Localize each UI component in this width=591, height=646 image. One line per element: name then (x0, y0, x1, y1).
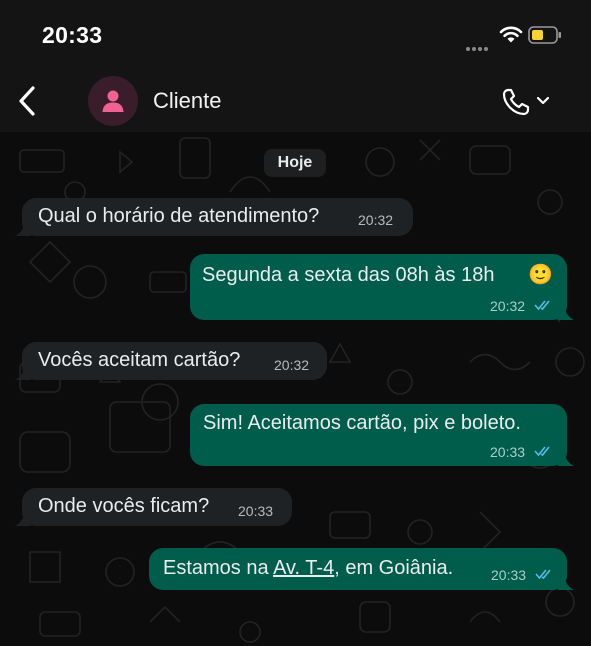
double-check-icon (534, 446, 550, 457)
message-time: 20:33 (491, 567, 527, 583)
chat-area[interactable]: Hoje Qual o horário de atendimento? 20:3… (0, 132, 591, 646)
double-check-icon (534, 300, 550, 311)
bubble-tail (15, 222, 31, 236)
bubble-tail (15, 366, 31, 380)
message-text: Vocês aceitam cartão? (38, 349, 241, 371)
contact-name[interactable]: Cliente (153, 88, 221, 114)
chevron-left-icon[interactable] (16, 84, 40, 118)
date-divider: Hoje (264, 149, 326, 177)
outgoing-message[interactable]: Segunda a sexta das 08h às 18h 🙂 20:32 (190, 254, 574, 320)
message-text: Estamos na Av. T-4, em Goiânia. (163, 557, 453, 580)
message-time: 20:32 (490, 298, 526, 314)
message-text-before: Estamos na (163, 557, 274, 579)
message-time: 20:32 (274, 357, 310, 373)
outgoing-message[interactable]: Sim! Aceitamos cartão, pix e boleto. 20:… (190, 404, 574, 466)
message-text: Segunda a sexta das 08h às 18h (202, 264, 495, 286)
incoming-message[interactable]: Onde vocês ficam? 20:33 (15, 488, 292, 526)
incoming-message[interactable]: Qual o horário de atendimento? 20:32 (15, 198, 413, 236)
bubble-tail (558, 306, 574, 320)
message-time: 20:33 (490, 444, 526, 460)
battery-icon (528, 26, 561, 44)
bubble-tail (558, 576, 574, 590)
person-icon (102, 90, 124, 112)
message-text: Qual o horário de atendimento? (38, 205, 320, 227)
outgoing-message[interactable]: Estamos na Av. T-4, em Goiânia. 20:33 (149, 548, 574, 590)
wifi-icon (499, 26, 523, 43)
double-check-icon (535, 569, 551, 580)
bubble-tail (15, 512, 31, 526)
phone-icon[interactable] (500, 84, 556, 118)
chat-header: Cliente (0, 70, 591, 132)
incoming-message[interactable]: Vocês aceitam cartão? 20:32 (15, 342, 327, 380)
status-bar: 20:33 (0, 0, 591, 70)
bubble-tail (558, 452, 574, 466)
avatar[interactable] (88, 76, 138, 126)
signal-icon (466, 38, 490, 56)
message-text: Onde vocês ficam? (38, 495, 210, 517)
emoji: 🙂 (528, 262, 553, 286)
message-text: Sim! Aceitamos cartão, pix e boleto. (203, 412, 521, 434)
message-time: 20:32 (358, 212, 394, 228)
message-text-after: , em Goiânia. (334, 557, 454, 579)
status-time: 20:33 (42, 22, 103, 48)
message-time: 20:33 (238, 503, 274, 519)
address-link[interactable]: Av. T-4 (273, 557, 334, 579)
